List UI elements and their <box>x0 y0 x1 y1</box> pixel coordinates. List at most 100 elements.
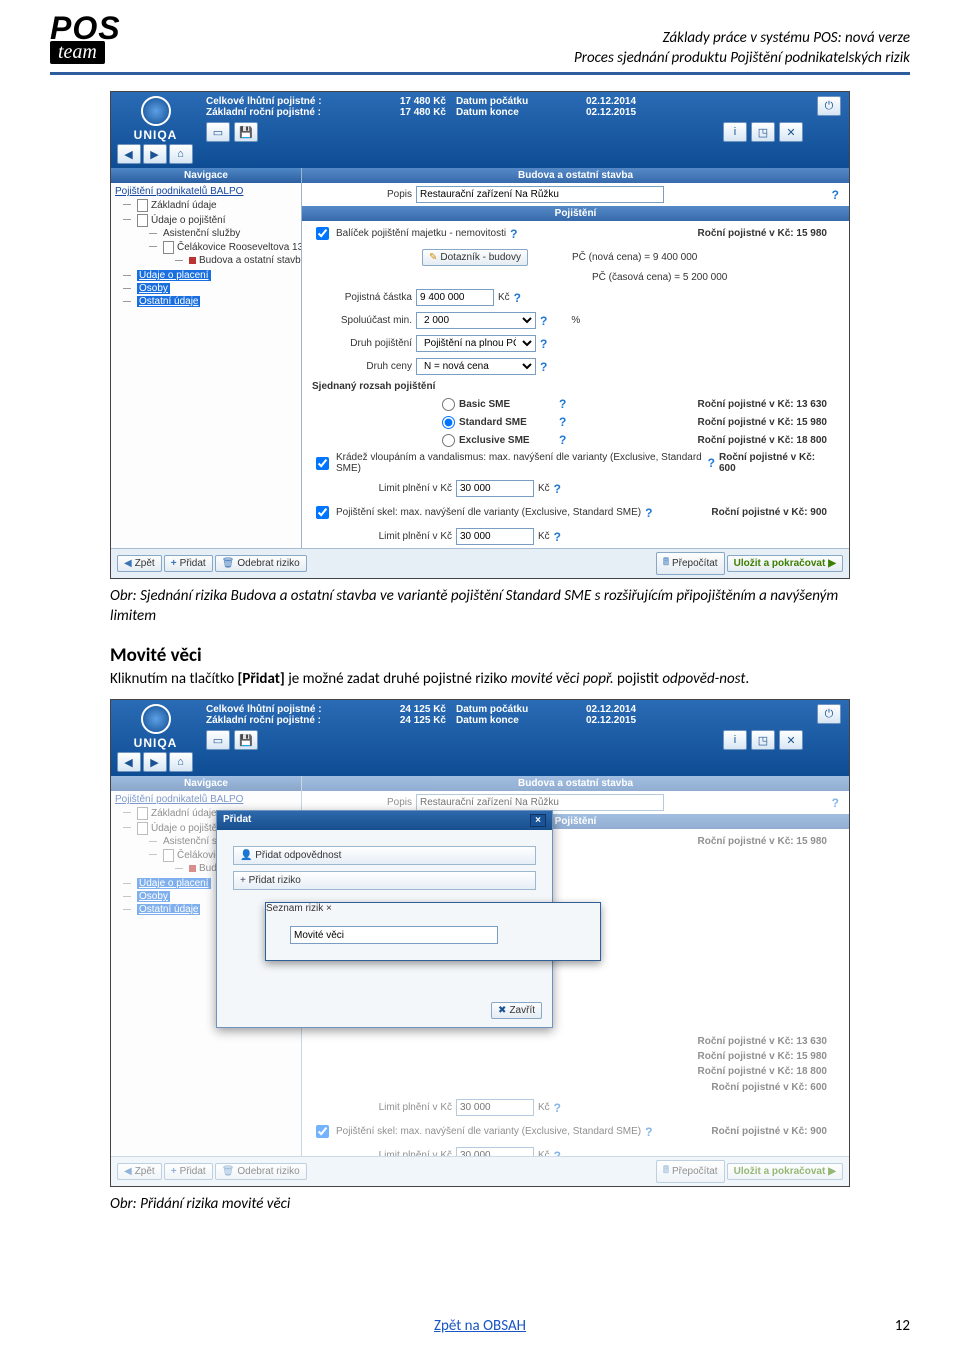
opt-pridat-riziko[interactable]: + Přidat riziko <box>233 871 536 890</box>
ulozit-button[interactable]: Uložit a pokračovat ▶ <box>727 1163 843 1180</box>
home-icon[interactable]: ⌂ <box>169 144 193 164</box>
skel-premium: Roční pojistné v Kč: 900 <box>711 507 839 518</box>
tree-root[interactable]: Pojištění podnikatelů BALPO <box>111 793 301 806</box>
standard-premium: Roční pojistné v Kč: 15 980 <box>698 1051 840 1062</box>
info-icon[interactable]: i <box>723 122 747 142</box>
help-icon[interactable]: ? <box>540 314 547 328</box>
unit-kc: Kč <box>538 483 550 494</box>
ulozit-button[interactable]: Uložit a pokračovat ▶ <box>727 555 843 572</box>
help-icon[interactable]: ? <box>645 506 652 520</box>
odebrat-button[interactable]: 🗑Odebrat riziko <box>215 555 307 572</box>
help-icon[interactable]: ? <box>554 482 561 496</box>
limit2-input[interactable] <box>456 528 534 545</box>
help-icon[interactable]: ? <box>645 1125 652 1139</box>
help-icon[interactable]: ? <box>832 188 839 202</box>
limit-input[interactable] <box>456 1099 534 1116</box>
help-icon[interactable]: ? <box>559 397 566 411</box>
tree-item[interactable]: Údaje o placení <box>123 269 301 282</box>
dialog-close-icon[interactable]: × <box>326 903 332 914</box>
tree-item[interactable]: Asistenční služby <box>149 227 301 240</box>
help-icon[interactable]: ? <box>708 456 715 470</box>
tree-root[interactable]: Pojištění podnikatelů BALPO <box>111 185 301 198</box>
back-to-contents-link[interactable]: Zpět na OBSAH <box>434 1317 526 1335</box>
help-icon[interactable]: ? <box>832 796 839 810</box>
help-icon[interactable]: ? <box>540 360 547 374</box>
druh-poj-select[interactable]: Pojištění na plnou PČ <box>416 335 536 352</box>
power-icon[interactable]: ⏻ <box>817 704 841 724</box>
limit-input[interactable] <box>456 480 534 497</box>
brand-text: UNIQA <box>113 128 198 142</box>
limit2-input[interactable] <box>456 1147 534 1156</box>
close-icon[interactable]: ✕ <box>779 122 803 142</box>
druh-ceny-select[interactable]: N = nová cena <box>416 358 536 375</box>
nav-next-icon[interactable]: ▶ <box>143 752 167 772</box>
power-icon[interactable]: ⏻ <box>817 96 841 116</box>
save-icon[interactable]: 💾 <box>234 730 258 750</box>
pridat-button[interactable]: +Přidat <box>164 555 213 572</box>
help-icon[interactable]: ? <box>540 337 547 351</box>
limit-label: Limit plnění v Kč <box>352 483 452 494</box>
help-icon[interactable]: ? <box>510 227 517 241</box>
help-icon[interactable]: ? <box>554 530 561 544</box>
help-icon[interactable]: ? <box>554 1149 561 1157</box>
nav-prev-icon[interactable]: ◀ <box>117 144 141 164</box>
dialog-close-icon[interactable]: × <box>530 814 546 827</box>
nav-prev-icon[interactable]: ◀ <box>117 752 141 772</box>
save-icon[interactable]: 💾 <box>234 122 258 142</box>
popis-input[interactable] <box>416 794 664 811</box>
prepocitat-button[interactable]: 🖩Přepočítat <box>656 1160 725 1183</box>
trash-icon: 🗑 <box>222 1166 235 1177</box>
zpet-button[interactable]: ◀Zpět <box>117 555 162 572</box>
popis-label: Popis <box>312 797 412 808</box>
pc-nova: PČ (nová cena) = 9 400 000 <box>572 252 697 263</box>
screenshot-1: UNIQA ◀ ▶ ⌂ Celkové lhůtní pojistné : 17… <box>110 91 850 579</box>
date-end-label: Datum konce <box>446 715 556 726</box>
dotaznik-button[interactable]: ✎Dotazník - budovy <box>422 249 528 266</box>
nav-next-icon[interactable]: ▶ <box>143 144 167 164</box>
popis-input[interactable] <box>416 186 664 203</box>
opt-pridat-odpovednost[interactable]: 👤 Přidat odpovědnost <box>233 846 536 865</box>
tree-item[interactable]: Budova a ostatní stavba <box>175 254 301 267</box>
popis-label: Popis <box>312 189 412 200</box>
balicek-premium: Roční pojistné v Kč: 15 980 <box>698 228 840 239</box>
odebrat-button[interactable]: 🗑Odebrat riziko <box>215 1163 307 1180</box>
skel-checkbox[interactable] <box>316 1125 329 1138</box>
radio-basic[interactable] <box>442 398 455 411</box>
insurance-section-title: Pojištění <box>302 206 849 221</box>
spoluucast-select[interactable]: 2 000 <box>416 312 536 329</box>
help-icon[interactable]: ? <box>554 1101 561 1115</box>
info-icon[interactable]: i <box>723 730 747 750</box>
tool-window-icon[interactable]: ▭ <box>206 122 230 142</box>
balicek-checkbox[interactable] <box>316 227 329 240</box>
pojistna-castka-label: Pojistná částka <box>312 292 412 303</box>
zpet-button[interactable]: ◀Zpět <box>117 1163 162 1180</box>
home-icon[interactable]: ⌂ <box>169 752 193 772</box>
main-title: Budova a ostatní stavba <box>302 776 849 791</box>
date-start-value: 02.12.2014 <box>556 704 686 715</box>
pridat-button[interactable]: +Přidat <box>164 1163 213 1180</box>
zavrit-button[interactable]: ✖ Zavřít <box>491 1002 542 1019</box>
riziko-input[interactable] <box>290 926 498 944</box>
radio-exclusive[interactable] <box>442 434 455 447</box>
pojistna-castka-input[interactable] <box>416 289 494 306</box>
help-icon[interactable]: ? <box>514 291 521 305</box>
tree-item[interactable]: Ostatní údaje <box>123 295 301 308</box>
tree-item[interactable]: Osoby <box>123 282 301 295</box>
kradez-premium: Roční pojistné v Kč: 600 <box>719 452 839 474</box>
tree-item[interactable]: Základní údaje <box>123 198 301 213</box>
popup-icon[interactable]: ◳ <box>751 730 775 750</box>
popup-icon[interactable]: ◳ <box>751 122 775 142</box>
logo-text-bottom: team <box>50 41 105 64</box>
radio-standard[interactable] <box>442 416 455 429</box>
kradez-checkbox[interactable] <box>316 457 329 470</box>
skel-label: Pojištění skel: max. navýšení dle varian… <box>336 1126 641 1137</box>
tree-item[interactable]: Údaje o pojištění Asistenční služby Čelá… <box>123 213 301 269</box>
pc-casova: PČ (časová cena) = 5 200 000 <box>592 272 727 283</box>
help-icon[interactable]: ? <box>559 433 566 447</box>
close-icon[interactable]: ✕ <box>779 730 803 750</box>
prepocitat-button[interactable]: 🖩Přepočítat <box>656 552 725 575</box>
tool-window-icon[interactable]: ▭ <box>206 730 230 750</box>
skel-checkbox[interactable] <box>316 506 329 519</box>
tree-item[interactable]: Čelákovice Rooseveltova 1397/40 Budova a… <box>149 240 301 268</box>
help-icon[interactable]: ? <box>559 415 566 429</box>
